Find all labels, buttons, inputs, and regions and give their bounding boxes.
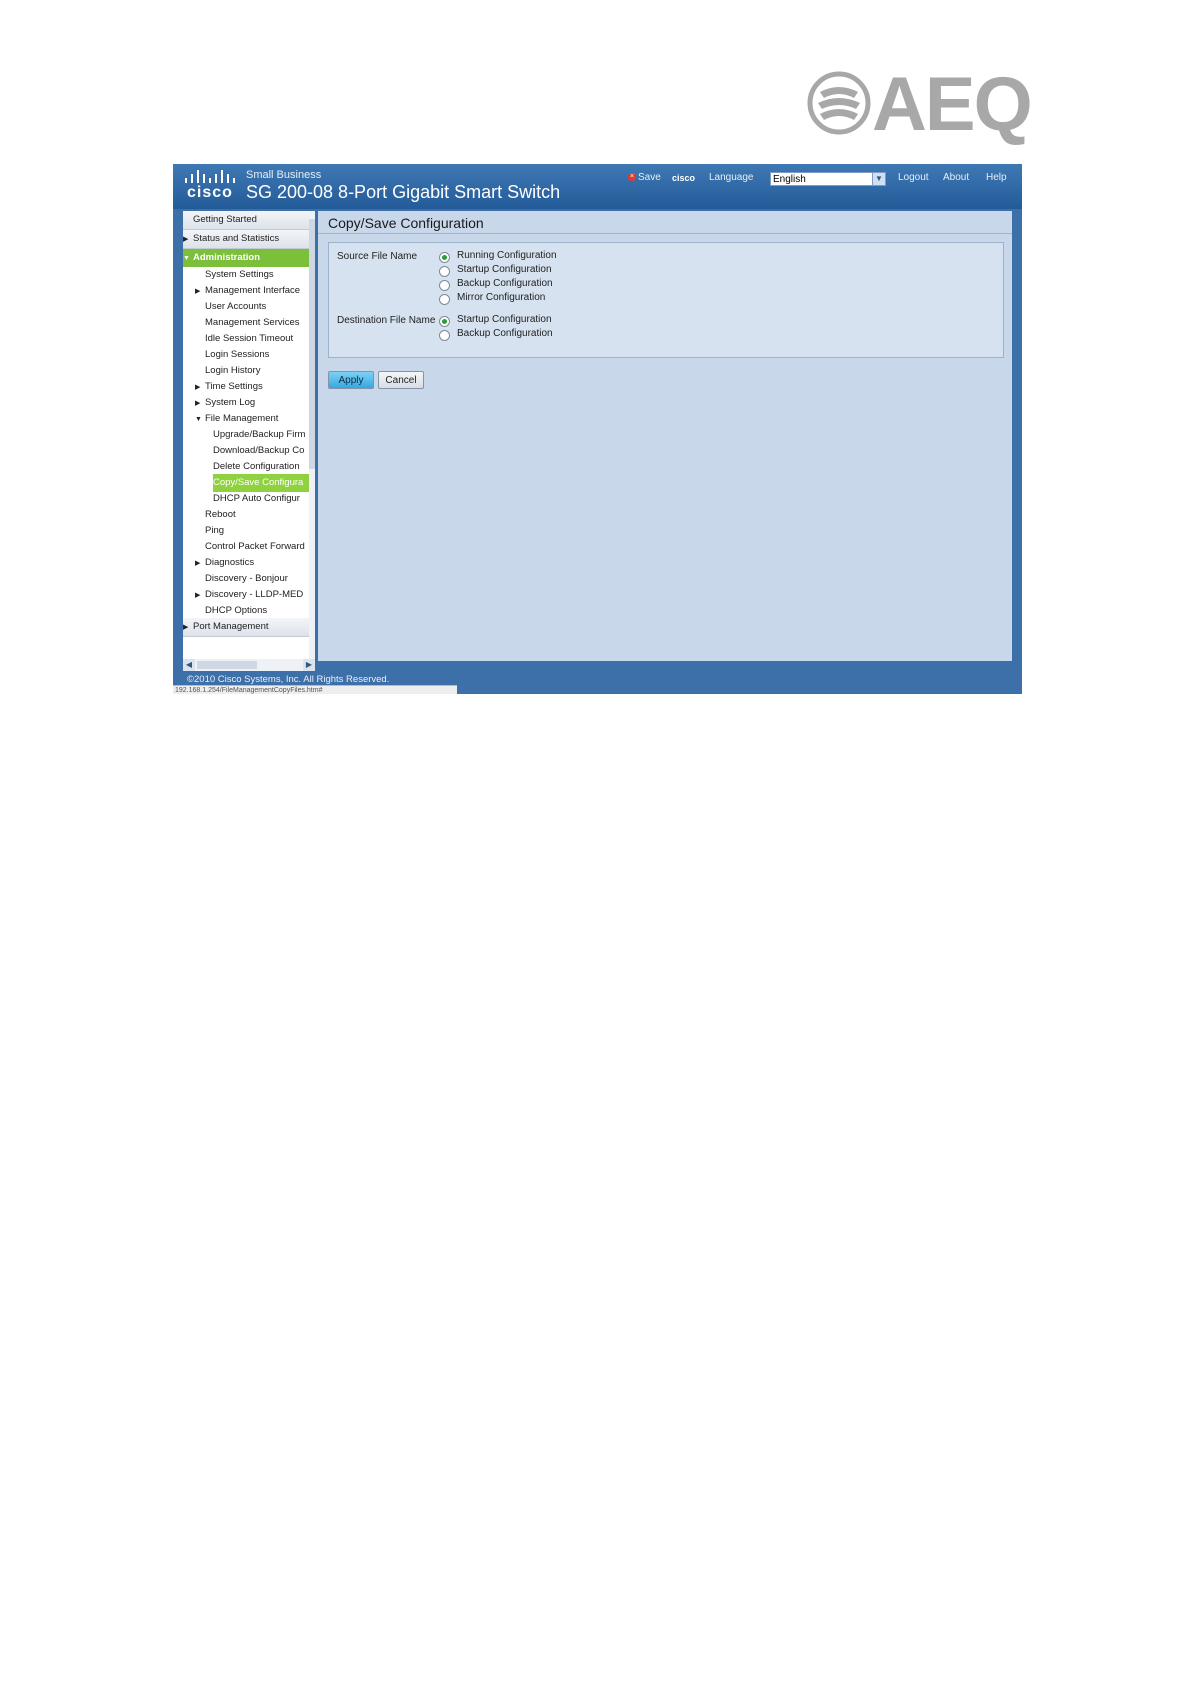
language-select[interactable]: English ▼: [770, 172, 886, 186]
nav-label: Control Packet Forward: [205, 541, 305, 552]
source-running-radio[interactable]: [439, 252, 450, 263]
caret-right-icon: ▶: [183, 624, 189, 631]
nav-label: Login History: [205, 365, 261, 376]
language-value: English: [773, 174, 806, 185]
source-mirror-radio[interactable]: [439, 294, 450, 305]
nav-label: Reboot: [205, 509, 236, 520]
nav-label: Management Interface: [205, 285, 301, 296]
nav-label: DHCP Auto Configur: [213, 493, 300, 504]
source-startup-radio[interactable]: [439, 266, 450, 277]
source-option-label: Startup Configuration: [457, 264, 552, 275]
nav-scroll-thumb[interactable]: [309, 219, 315, 469]
nav-vertical-scrollbar[interactable]: [309, 211, 315, 659]
aeq-logo-icon: [807, 71, 871, 135]
cisco-wordmark: cisco: [187, 184, 233, 201]
nav-label: System Log: [205, 397, 256, 408]
aeq-logo: AEQ: [806, 62, 1033, 147]
nav-horizontal-scrollbar[interactable]: ◀ ▶: [183, 659, 315, 671]
save-label: Save: [638, 172, 661, 183]
source-option-label: Running Configuration: [457, 250, 557, 261]
content-panel: Copy/Save Configuration Source File Name…: [318, 211, 1012, 661]
cisco-logo-icon: [185, 170, 235, 183]
nav-label: Time Settings: [205, 381, 263, 392]
nav-label: Administration: [193, 252, 261, 263]
caret-down-icon: ▼: [183, 255, 190, 262]
destination-option-label: Startup Configuration: [457, 314, 552, 325]
help-link[interactable]: Help: [986, 172, 1007, 183]
destination-file-label: Destination File Name: [337, 315, 436, 326]
source-backup-radio[interactable]: [439, 280, 450, 291]
about-link[interactable]: About: [943, 172, 969, 183]
nav-label: Login Sessions: [205, 349, 270, 360]
nav-label: User Accounts: [205, 301, 267, 312]
nav-label: Management Services: [205, 317, 300, 328]
nav-label: Port Management: [193, 621, 269, 632]
product-title: SG 200-08 8-Port Gigabit Smart Switch: [246, 182, 561, 202]
nav-label: Ping: [205, 525, 225, 536]
language-label: Language: [709, 172, 754, 183]
save-alert-icon: ×: [628, 173, 636, 182]
source-option-label: Backup Configuration: [457, 278, 553, 289]
source-file-label: Source File Name: [337, 251, 418, 262]
cancel-button[interactable]: Cancel: [378, 371, 424, 389]
scroll-left-icon[interactable]: ◀: [183, 659, 195, 671]
source-option-label: Mirror Configuration: [457, 292, 546, 303]
nav-label: Discovery - Bonjour: [205, 573, 288, 584]
nav-label: DHCP Options: [205, 605, 268, 616]
nav-item-getting-started[interactable]: Getting Started: [183, 211, 309, 230]
destination-backup-radio[interactable]: [439, 330, 450, 341]
nav-item-port-management[interactable]: ▶ Port Management: [183, 618, 309, 637]
cisco-small-label: cisco: [672, 173, 696, 183]
nav-label: Status and Statistics: [193, 233, 280, 244]
nav-hscroll-thumb[interactable]: [197, 661, 257, 669]
nav-label: Getting Started: [193, 214, 257, 225]
aeq-logo-text: AEQ: [872, 62, 1033, 147]
nav-tree: Getting Started ▶ Status and Statistics ▼…: [183, 211, 315, 659]
destination-startup-radio[interactable]: [439, 316, 450, 327]
brand-subtitle: Small Business: [246, 169, 322, 181]
copy-config-form: Source File Name Running Configuration S…: [328, 242, 1004, 358]
chevron-down-icon[interactable]: ▼: [872, 173, 885, 185]
nav-label: File Management: [205, 413, 279, 424]
page-title: Copy/Save Configuration: [328, 215, 484, 231]
copyright-footer: ©2010 Cisco Systems, Inc. All Rights Res…: [187, 674, 390, 685]
caret-right-icon: ▶: [183, 236, 189, 243]
title-divider: [318, 233, 1012, 234]
nav-label: Download/Backup Co: [213, 445, 305, 456]
nav-item-status-statistics[interactable]: ▶ Status and Statistics: [183, 230, 309, 249]
destination-option-label: Backup Configuration: [457, 328, 553, 339]
switch-admin-screenshot: cisco Small Business SG 200-08 8-Port Gi…: [173, 164, 1022, 694]
nav-label: Discovery - LLDP-MED: [205, 589, 304, 600]
nav-item-administration[interactable]: ▼ Administration: [183, 249, 309, 267]
nav-label: Diagnostics: [205, 557, 255, 568]
app-header: cisco Small Business SG 200-08 8-Port Gi…: [173, 164, 1022, 209]
nav-label: Idle Session Timeout: [205, 333, 294, 344]
apply-button[interactable]: Apply: [328, 371, 374, 389]
save-link[interactable]: × Save: [628, 172, 661, 183]
nav-label: Upgrade/Backup Firm: [213, 429, 306, 440]
nav-label: Delete Configuration: [213, 461, 300, 472]
nav-label: System Settings: [205, 269, 274, 280]
scroll-right-icon[interactable]: ▶: [303, 659, 315, 671]
logout-link[interactable]: Logout: [898, 172, 929, 183]
browser-status-bar: 192.168.1.254/FileManagementCopyFiles.ht…: [173, 685, 457, 694]
